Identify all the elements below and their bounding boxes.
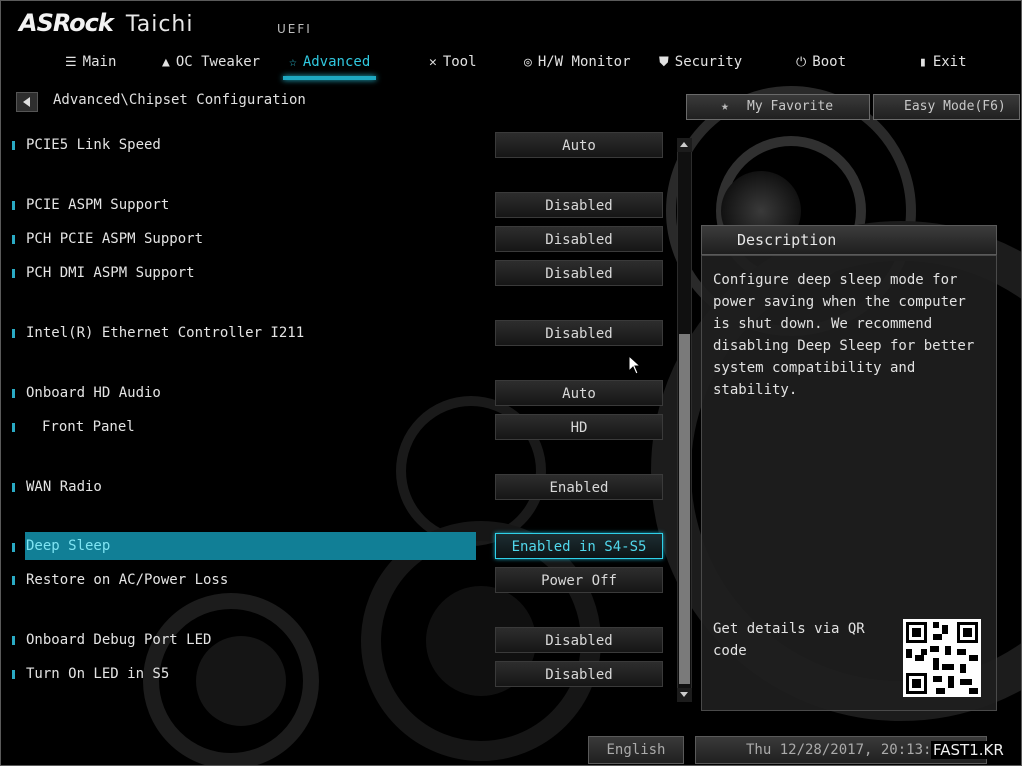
setting-label[interactable]: Restore on AC/Power Loss	[26, 567, 228, 593]
scroll-up-arrow-icon[interactable]	[677, 138, 692, 152]
tab-security[interactable]: ⛊ Security	[659, 46, 742, 78]
back-button[interactable]	[16, 92, 38, 112]
row-bullet	[12, 636, 15, 645]
language-button[interactable]: English	[588, 736, 684, 764]
list-icon: ☰	[65, 55, 77, 70]
setting-value-dropdown[interactable]: Disabled	[495, 661, 663, 687]
model-name: Taichi	[125, 12, 194, 37]
easy-mode-button[interactable]: Easy Mode(F6)	[873, 94, 1020, 120]
scrollbar-thumb[interactable]	[679, 334, 690, 684]
row-bullet	[12, 389, 15, 398]
shield-icon: ⛊	[659, 55, 669, 70]
setting-label[interactable]: Onboard HD Audio	[26, 380, 161, 406]
setting-label[interactable]: WAN Radio	[26, 474, 102, 500]
row-bullet	[12, 141, 15, 150]
row-bullet	[12, 670, 15, 679]
setting-label-selected[interactable]: Deep Sleep	[26, 533, 110, 559]
row-bullet	[12, 235, 15, 244]
power-icon: ⏻	[796, 55, 807, 70]
star-icon: ☆	[289, 55, 297, 70]
tab-exit[interactable]: ▮ Exit	[919, 46, 967, 78]
bios-window: ASRock Taichi UEFI ☰ Main ▲ OC Tweaker ☆ Ad…	[0, 0, 1022, 766]
tab-boot[interactable]: ⏻ Boot	[796, 46, 846, 78]
brand-logo: ASRock	[19, 9, 114, 37]
setting-value-dropdown[interactable]: Auto	[495, 132, 663, 158]
setting-value-dropdown[interactable]: Disabled	[495, 260, 663, 286]
tab-advanced[interactable]: ☆ Advanced	[282, 46, 377, 80]
setting-label[interactable]: Turn On LED in S5	[26, 661, 169, 687]
setting-value-dropdown[interactable]: Disabled	[495, 192, 663, 218]
exit-icon: ▮	[919, 55, 927, 70]
qr-caption: Get details via QR code	[713, 621, 865, 659]
scroll-down-arrow-icon[interactable]	[677, 688, 692, 702]
setting-label[interactable]: PCH PCIE ASPM Support	[26, 226, 203, 252]
setting-value-dropdown[interactable]: Enabled	[495, 474, 663, 500]
star-icon: ★	[721, 99, 729, 114]
row-bullet	[12, 483, 15, 492]
setting-label[interactable]: PCIE5 Link Speed	[26, 132, 161, 158]
setting-label[interactable]: PCIE ASPM Support	[26, 192, 169, 218]
row-bullet	[12, 423, 15, 432]
tab-tool[interactable]: ✕ Tool	[429, 46, 477, 78]
setting-value-dropdown-selected[interactable]: Enabled in S4-S5	[495, 533, 663, 559]
tools-icon: ✕	[429, 55, 437, 70]
monitor-icon: ◎	[524, 55, 532, 70]
setting-value-dropdown[interactable]: HD	[495, 414, 663, 440]
row-bullet	[12, 576, 15, 585]
tab-main[interactable]: ☰ Main	[65, 46, 116, 78]
watermark-text: FAST1.KR	[931, 741, 1006, 759]
setting-label[interactable]: PCH DMI ASPM Support	[26, 260, 195, 286]
tab-oc-tweaker[interactable]: ▲ OC Tweaker	[162, 46, 260, 78]
tab-hw-monitor[interactable]: ◎ H/W Monitor	[524, 46, 631, 78]
my-favorite-button[interactable]: ★ My Favorite	[686, 94, 870, 120]
setting-value-dropdown[interactable]: Disabled	[495, 320, 663, 346]
flame-icon: ▲	[162, 55, 170, 70]
setting-label[interactable]: Onboard Debug Port LED	[26, 627, 211, 653]
row-bullet	[12, 329, 15, 338]
mouse-cursor-icon	[628, 355, 642, 375]
main-nav: ☰ Main ▲ OC Tweaker ☆ Advanced ✕ Tool ◎ H/W M…	[17, 46, 1017, 80]
setting-label[interactable]: Intel(R) Ethernet Controller I211	[26, 320, 304, 346]
setting-value-dropdown[interactable]: Disabled	[495, 627, 663, 653]
setting-value-dropdown[interactable]: Auto	[495, 380, 663, 406]
setting-value-dropdown[interactable]: Disabled	[495, 226, 663, 252]
description-text: Configure deep sleep mode for power savi…	[713, 272, 975, 398]
brand-header: ASRock Taichi UEFI	[19, 9, 310, 37]
setting-value-dropdown[interactable]: Power Off	[495, 567, 663, 593]
row-bullet	[12, 201, 15, 210]
firmware-label: UEFI	[277, 22, 312, 36]
row-bullet	[12, 543, 15, 552]
description-header: Description	[701, 225, 997, 255]
breadcrumb: Advanced\Chipset Configuration	[53, 92, 306, 108]
qr-code-icon	[903, 619, 981, 697]
setting-label[interactable]: Front Panel	[26, 414, 135, 440]
row-bullet	[12, 269, 15, 278]
